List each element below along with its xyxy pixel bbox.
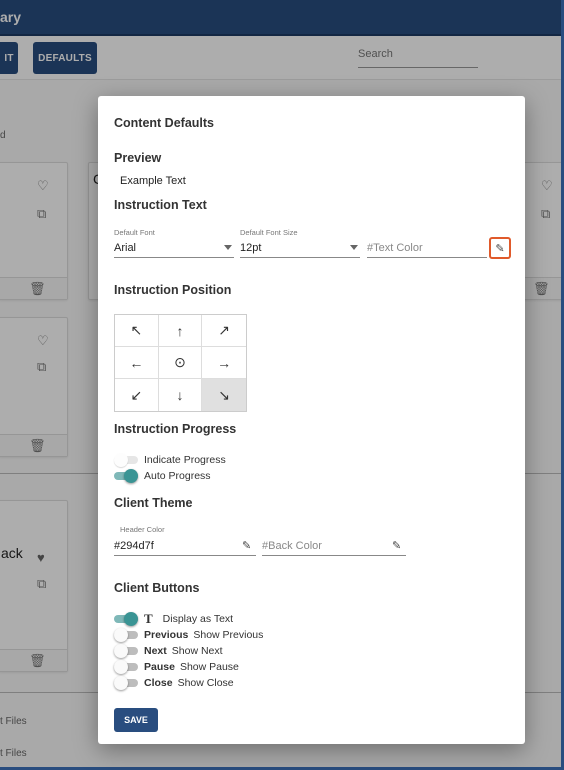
default-font-size-value: 12pt	[240, 242, 262, 254]
show-pause-label: Show Pause	[179, 661, 239, 673]
instruction-text-heading: Instruction Text	[114, 198, 207, 212]
display-as-text-row: T Display as Text	[114, 611, 234, 626]
pause-name: Pause	[144, 661, 175, 673]
dropdown-arrow-icon	[224, 245, 232, 250]
next-button-row: Next Show Next	[114, 644, 223, 658]
text-color-placeholder: #Text Color	[367, 242, 423, 254]
back-color-placeholder: #Back Color	[262, 540, 322, 552]
header-color-input[interactable]: Header Color #294d7f	[114, 525, 256, 556]
back-color-input[interactable]: #Back Color	[262, 525, 406, 556]
text-format-icon: T	[144, 611, 153, 626]
show-next-label: Show Next	[171, 645, 223, 657]
header-color-value: #294d7f	[114, 540, 154, 552]
default-font-value: Arial	[114, 242, 137, 254]
header-color-eyedropper-icon[interactable]: ✎	[242, 539, 251, 552]
indicate-progress-row: Indicate Progress	[114, 453, 226, 467]
show-pause-toggle[interactable]	[114, 660, 138, 674]
preview-heading: Preview	[114, 151, 162, 165]
text-color-input[interactable]: #Text Color	[367, 228, 487, 258]
indicate-progress-toggle[interactable]	[114, 453, 138, 467]
client-theme-heading: Client Theme	[114, 496, 193, 510]
show-close-toggle[interactable]	[114, 676, 138, 690]
position-bottom-left[interactable]: ↙	[115, 379, 159, 411]
auto-progress-toggle[interactable]	[114, 469, 138, 483]
position-top[interactable]: ↑	[158, 315, 203, 347]
position-left[interactable]: ←	[115, 347, 159, 379]
display-as-text-label: Display as Text	[162, 613, 234, 625]
eyedropper-icon: ✎	[495, 242, 505, 255]
instruction-position-heading: Instruction Position	[114, 283, 232, 297]
instruction-position-grid: ↖ ↑ ↗ ← ⊙ → ↙ ↓ ↘	[114, 314, 247, 412]
header-color-label: Header Color	[120, 525, 165, 534]
dialog-title: Content Defaults	[114, 116, 214, 130]
default-font-size-select[interactable]: Default Font Size 12pt	[240, 228, 360, 258]
default-font-select[interactable]: Default Font Arial	[114, 228, 234, 258]
preview-text: Example Text	[120, 175, 186, 187]
back-color-eyedropper-icon[interactable]: ✎	[392, 539, 401, 552]
position-bottom[interactable]: ↓	[158, 379, 203, 411]
pause-button-row: Pause Show Pause	[114, 660, 239, 674]
dropdown-arrow-icon	[350, 245, 358, 250]
client-buttons-heading: Client Buttons	[114, 581, 200, 595]
position-bottom-right[interactable]: ↘	[202, 379, 246, 411]
next-name: Next	[144, 645, 167, 657]
previous-button-row: Previous Show Previous	[114, 628, 263, 642]
position-right[interactable]: →	[202, 347, 246, 379]
show-next-toggle[interactable]	[114, 644, 138, 658]
default-font-label: Default Font	[114, 228, 155, 237]
show-previous-label: Show Previous	[193, 629, 264, 641]
indicate-progress-label: Indicate Progress	[144, 454, 226, 466]
position-center[interactable]: ⊙	[158, 347, 203, 379]
close-name: Close	[144, 677, 173, 689]
display-as-text-toggle[interactable]	[114, 612, 138, 626]
auto-progress-label: Auto Progress	[144, 470, 211, 482]
default-font-size-label: Default Font Size	[240, 228, 298, 237]
auto-progress-row: Auto Progress	[114, 469, 211, 483]
position-top-right[interactable]: ↗	[202, 315, 246, 347]
previous-name: Previous	[144, 629, 189, 641]
position-top-left[interactable]: ↖	[115, 315, 159, 347]
show-close-label: Show Close	[177, 677, 234, 689]
save-button[interactable]: SAVE	[114, 708, 158, 732]
content-defaults-dialog: Content Defaults Preview Example Text In…	[98, 96, 525, 744]
text-color-picker-button[interactable]: ✎	[489, 237, 511, 259]
show-previous-toggle[interactable]	[114, 628, 138, 642]
instruction-progress-heading: Instruction Progress	[114, 422, 237, 436]
close-button-row: Close Show Close	[114, 676, 234, 690]
